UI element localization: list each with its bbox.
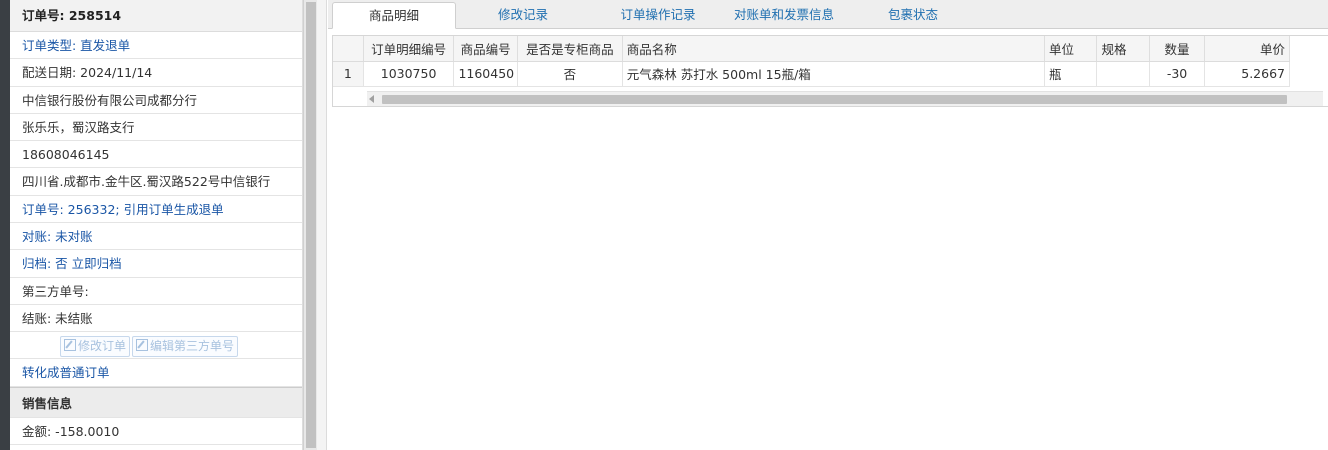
customer-company: 中信银行股份有限公司成都分行: [10, 87, 302, 114]
tab-operation-log[interactable]: 订单操作记录: [598, 2, 718, 29]
table-row[interactable]: 1 1030750 1160450 否 元气森林 苏打水 500ml 15瓶/箱…: [333, 61, 1290, 87]
tab-product-detail[interactable]: 商品明细: [332, 2, 456, 29]
reconcile-status[interactable]: 对账: 未对账: [10, 223, 302, 251]
edit-icon: [136, 339, 149, 352]
scrollbar-thumb[interactable]: [306, 2, 316, 448]
col-qty[interactable]: 数量: [1149, 36, 1206, 62]
tab-modify-log[interactable]: 修改记录: [468, 2, 578, 29]
price-cell: 5.2667: [1204, 61, 1290, 87]
order-type: 订单类型: 直发退单: [10, 32, 302, 60]
delivery-date: 配送日期: 2024/11/14: [10, 59, 302, 87]
col-spec[interactable]: 规格: [1096, 36, 1150, 62]
sales-info-header: 销售信息: [10, 386, 302, 418]
edit-third-party-label: 编辑第三方单号: [150, 339, 235, 354]
edit-third-party-button[interactable]: 编辑第三方单号: [132, 336, 239, 358]
tab-package-status[interactable]: 包裹状态: [868, 2, 958, 29]
rownum-header: [333, 36, 364, 62]
detail-area: 商品明细 修改记录 订单操作记录 对账单和发票信息 包裹状态 订单明细编号 商品…: [328, 0, 1328, 450]
col-product-id[interactable]: 商品编号: [453, 36, 518, 62]
col-detail-id[interactable]: 订单明细编号: [363, 36, 455, 62]
col-unit[interactable]: 单位: [1044, 36, 1098, 62]
grid-horizontal-scrollbar[interactable]: [367, 91, 1323, 106]
left-edge-strip: [0, 0, 10, 450]
ref-order-link[interactable]: 订单号: 256332; 引用订单生成退单: [10, 196, 302, 224]
product-id-link[interactable]: 1160450: [453, 61, 518, 87]
customer-contact: 张乐乐，蜀汉路支行: [10, 114, 302, 142]
panel-splitter[interactable]: [317, 0, 327, 450]
customer-phone: 18608046145: [10, 141, 302, 169]
convert-to-normal-order-link[interactable]: 转化成普通订单: [10, 359, 302, 387]
scroll-left-arrow-icon[interactable]: [369, 95, 374, 103]
spec-cell: [1096, 61, 1150, 87]
left-panel-scrollbar[interactable]: [303, 0, 317, 450]
product-name-link[interactable]: 元气森林 苏打水 500ml 15瓶/箱: [622, 61, 1046, 87]
col-is-counter[interactable]: 是否是专柜商品: [517, 36, 623, 62]
tab-bar: 商品明细 修改记录 订单操作记录 对账单和发票信息 包裹状态: [328, 0, 1328, 29]
table-header-row: 订单明细编号 商品编号 是否是专柜商品 商品名称 单位 规格 数量 单价: [333, 36, 1290, 62]
detail-id-cell: 1030750: [363, 61, 455, 87]
order-info-panel: 订单号: 258514 订单类型: 直发退单 配送日期: 2024/11/14 …: [10, 0, 303, 450]
product-grid: 订单明细编号 商品编号 是否是专柜商品 商品名称 单位 规格 数量 单价 1 1…: [332, 35, 1328, 107]
qty-cell: -30: [1149, 61, 1206, 87]
edit-icon: [64, 339, 76, 352]
col-price[interactable]: 单价: [1204, 36, 1290, 62]
edit-order-button[interactable]: 修改订单: [60, 336, 131, 358]
settle-status: 结账: 未结账: [10, 305, 302, 333]
tab-statement-invoice[interactable]: 对账单和发票信息: [720, 2, 848, 29]
grid-scrollbar-thumb[interactable]: [382, 95, 1287, 104]
order-number-header: 订单号: 258514: [10, 0, 302, 32]
col-product-name[interactable]: 商品名称: [622, 36, 1046, 62]
edit-order-label: 修改订单: [78, 339, 127, 354]
is-counter-cell: 否: [517, 61, 623, 87]
customer-address: 四川省.成都市.金牛区.蜀汉路522号中信银行: [10, 168, 302, 196]
row-number: 1: [333, 61, 364, 87]
product-table: 订单明细编号 商品编号 是否是专柜商品 商品名称 单位 规格 数量 单价 1 1…: [333, 36, 1290, 87]
unit-cell: 瓶: [1044, 61, 1098, 87]
sales-amount: 金额: -158.0010: [10, 418, 302, 445]
archive-status[interactable]: 归档: 否 立即归档: [10, 250, 302, 278]
third-party-number: 第三方单号:: [10, 278, 302, 305]
order-action-buttons: 修改订单 编辑第三方单号: [10, 332, 302, 360]
